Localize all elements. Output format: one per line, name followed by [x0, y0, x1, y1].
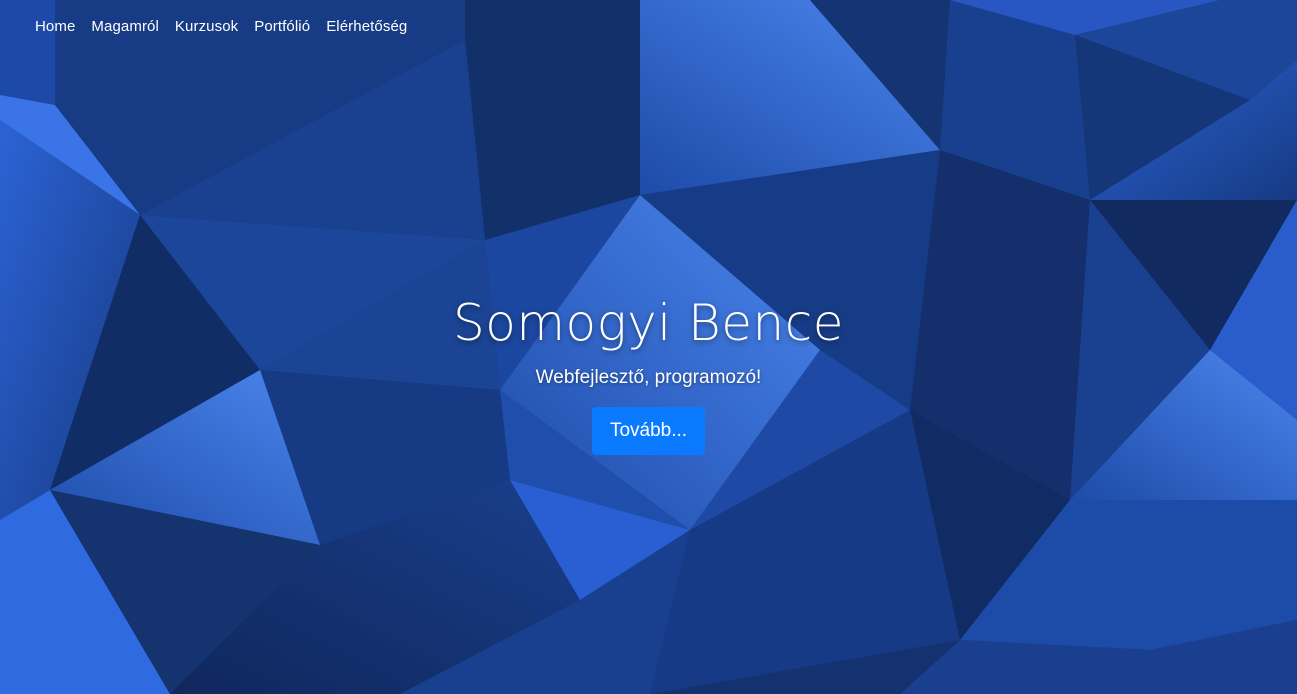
hero-title: Somogyi Bence — [453, 294, 844, 352]
hero-content: Somogyi Bence Webfejlesztő, programozó! … — [0, 288, 1297, 455]
hero-subtitle: Webfejlesztő, programozó! — [535, 367, 762, 388]
nav-link-courses[interactable]: Kurzusok — [167, 16, 246, 37]
nav-link-portfolio[interactable]: Portfólió — [246, 16, 318, 37]
nav-link-contact[interactable]: Elérhetőség — [318, 16, 415, 37]
main-nav: Home Magamról Kurzusok Portfólió Elérhet… — [27, 16, 415, 37]
nav-link-home[interactable]: Home — [27, 16, 83, 37]
nav-link-about[interactable]: Magamról — [83, 16, 167, 37]
more-button[interactable]: Tovább... — [591, 407, 706, 455]
hero-section: Home Magamról Kurzusok Portfólió Elérhet… — [0, 0, 1297, 694]
